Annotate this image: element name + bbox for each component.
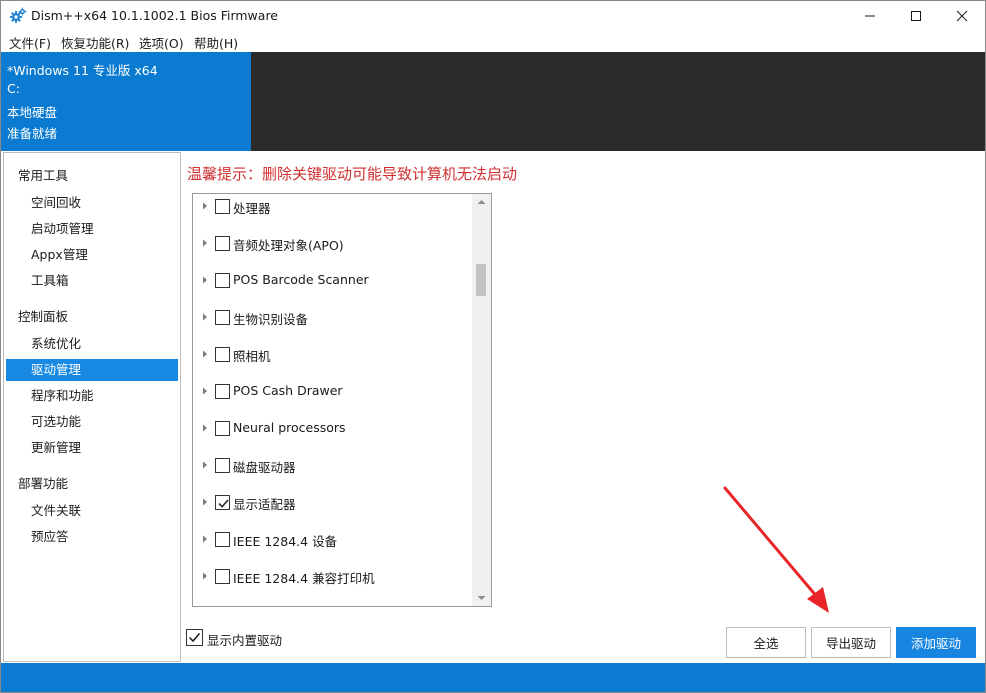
tree-item[interactable]: IEEE 1284.4 设备 xyxy=(193,528,471,552)
expand-arrow-icon[interactable] xyxy=(201,534,209,544)
expand-arrow-icon[interactable] xyxy=(201,238,209,248)
menu-bar: 文件(F) 恢复功能(R) 选项(O) 帮助(H) xyxy=(1,31,985,52)
tree-item[interactable]: 音频处理对象(APO) xyxy=(193,232,471,256)
menu-file[interactable]: 文件(F) xyxy=(7,33,53,52)
select-all-button[interactable]: 全选 xyxy=(726,627,806,658)
close-button[interactable] xyxy=(939,1,985,31)
tree-item[interactable]: POS Barcode Scanner xyxy=(193,269,471,293)
expand-arrow-icon[interactable] xyxy=(201,349,209,359)
expand-arrow-icon[interactable] xyxy=(201,571,209,581)
tree-item-checkbox[interactable] xyxy=(215,495,230,510)
session-list-area xyxy=(251,52,985,151)
tree-item-label: IEEE 1284.4 兼容打印机 xyxy=(233,571,375,586)
tree-item-checkbox[interactable] xyxy=(215,236,230,251)
expand-arrow-icon[interactable] xyxy=(201,497,209,507)
export-drivers-button[interactable]: 导出驱动 xyxy=(811,627,891,658)
scroll-up-button[interactable] xyxy=(472,194,491,211)
tree-item-checkbox[interactable] xyxy=(215,569,230,584)
add-driver-button[interactable]: 添加驱动 xyxy=(896,627,976,658)
sidebar-item-appx[interactable]: Appx管理 xyxy=(6,244,178,266)
menu-help[interactable]: 帮助(H) xyxy=(192,33,240,52)
tree-item-label: 显示适配器 xyxy=(233,497,296,512)
driver-category-tree[interactable]: 处理器音频处理对象(APO) POS Barcode Scanner 生物识别设备照… xyxy=(192,193,492,607)
sidebar-group-common-tools: 常用工具 xyxy=(18,168,69,183)
tree-item-checkbox[interactable] xyxy=(215,421,230,436)
maximize-icon xyxy=(911,11,921,21)
tree-item[interactable]: 照相机 xyxy=(193,343,471,367)
expand-arrow-icon[interactable] xyxy=(201,312,209,322)
status-bar xyxy=(1,663,985,692)
sidebar-item-drivers[interactable]: 驱动管理 xyxy=(6,359,178,381)
maximize-button[interactable] xyxy=(893,1,939,31)
expand-arrow-icon[interactable] xyxy=(201,201,209,211)
tree-item-checkbox[interactable] xyxy=(215,310,230,325)
tree-item-checkbox[interactable] xyxy=(215,199,230,214)
gear-icon xyxy=(10,7,27,23)
tree-item-label: 处理器 xyxy=(233,201,271,216)
scroll-down-button[interactable] xyxy=(472,589,491,606)
tree-item[interactable]: 生物识别设备 xyxy=(193,306,471,330)
expand-arrow-icon[interactable] xyxy=(201,460,209,470)
menu-recovery[interactable]: 恢复功能(R) xyxy=(59,33,131,52)
tree-item-label: 音频处理对象(APO) xyxy=(233,238,344,253)
tree-item-label: POS Cash Drawer xyxy=(233,383,343,398)
drive-type: 本地硬盘 xyxy=(7,105,58,120)
tree-item[interactable]: Neural processors xyxy=(193,417,471,441)
sidebar-item-file-association[interactable]: 文件关联 xyxy=(6,500,178,522)
checkbox[interactable] xyxy=(186,629,203,646)
tree-item-label: 照相机 xyxy=(233,349,271,364)
session-status: 准备就绪 xyxy=(7,126,58,141)
sidebar-item-toolbox[interactable]: 工具箱 xyxy=(6,270,178,292)
minimize-button[interactable] xyxy=(847,1,893,31)
sidebar-item-optional-features[interactable]: 可选功能 xyxy=(6,411,178,433)
close-icon xyxy=(956,10,968,22)
app-window: Dism++x64 10.1.1002.1 Bios Firmware 文件(F… xyxy=(0,0,986,693)
tree-item[interactable]: 显示适配器 xyxy=(193,491,471,515)
sidebar-item-space-cleanup[interactable]: 空间回收 xyxy=(6,192,178,214)
tree-item[interactable]: 磁盘驱动器 xyxy=(193,454,471,478)
tree-item[interactable]: POS Cash Drawer xyxy=(193,380,471,404)
tree-item-label: IEEE 1284.4 设备 xyxy=(233,534,338,549)
expand-arrow-icon[interactable] xyxy=(201,275,209,285)
tree-item-label: 生物识别设备 xyxy=(233,312,309,327)
tree-item[interactable]: 处理器 xyxy=(193,195,471,219)
scroll-thumb[interactable] xyxy=(476,264,486,296)
warning-text: 温馨提示：删除关键驱动可能导致计算机无法启动 xyxy=(187,165,518,183)
sidebar: 常用工具 空间回收 启动项管理 Appx管理 工具箱 控制面板 系统优化 驱动管… xyxy=(3,152,181,662)
drive-letter: C: xyxy=(7,81,20,96)
tree-item-checkbox[interactable] xyxy=(215,532,230,547)
os-name: *Windows 11 专业版 x64 xyxy=(7,63,158,78)
title-bar: Dism++x64 10.1.1002.1 Bios Firmware xyxy=(1,1,985,31)
sidebar-item-startup[interactable]: 启动项管理 xyxy=(6,218,178,240)
expand-arrow-icon[interactable] xyxy=(201,386,209,396)
sidebar-group-deployment: 部署功能 xyxy=(18,476,69,491)
checkmark-icon xyxy=(218,499,229,508)
tree-item-label: Neural processors xyxy=(233,420,346,435)
sidebar-group-control-panel: 控制面板 xyxy=(18,309,69,324)
session-info-panel[interactable]: *Windows 11 专业版 x64 C: 本地硬盘 准备就绪 xyxy=(1,52,251,151)
scroll-up-icon xyxy=(477,200,486,204)
tree-item-label: POS Barcode Scanner xyxy=(233,272,369,287)
show-builtin-drivers-label: 显示内置驱动 xyxy=(207,633,283,648)
window-title: Dism++x64 10.1.1002.1 Bios Firmware xyxy=(31,8,278,23)
sidebar-item-updates[interactable]: 更新管理 xyxy=(6,437,178,459)
sidebar-item-programs[interactable]: 程序和功能 xyxy=(6,385,178,407)
sidebar-item-system-optimize[interactable]: 系统优化 xyxy=(6,333,178,355)
tree-item-label: 磁盘驱动器 xyxy=(233,460,296,475)
menu-options[interactable]: 选项(O) xyxy=(137,33,186,52)
scroll-down-icon xyxy=(477,596,486,600)
minimize-icon xyxy=(865,15,875,17)
tree-item-checkbox[interactable] xyxy=(215,347,230,362)
tree-item[interactable]: IEEE 1284.4 兼容打印机 xyxy=(193,565,471,589)
tree-item-checkbox[interactable] xyxy=(215,384,230,399)
tree-item-checkbox[interactable] xyxy=(215,273,230,288)
tree-item-checkbox[interactable] xyxy=(215,458,230,473)
expand-arrow-icon[interactable] xyxy=(201,423,209,433)
tree-scrollbar[interactable] xyxy=(472,194,491,606)
checkmark-icon xyxy=(188,633,201,643)
sidebar-item-answer-file[interactable]: 预应答 xyxy=(6,526,178,548)
